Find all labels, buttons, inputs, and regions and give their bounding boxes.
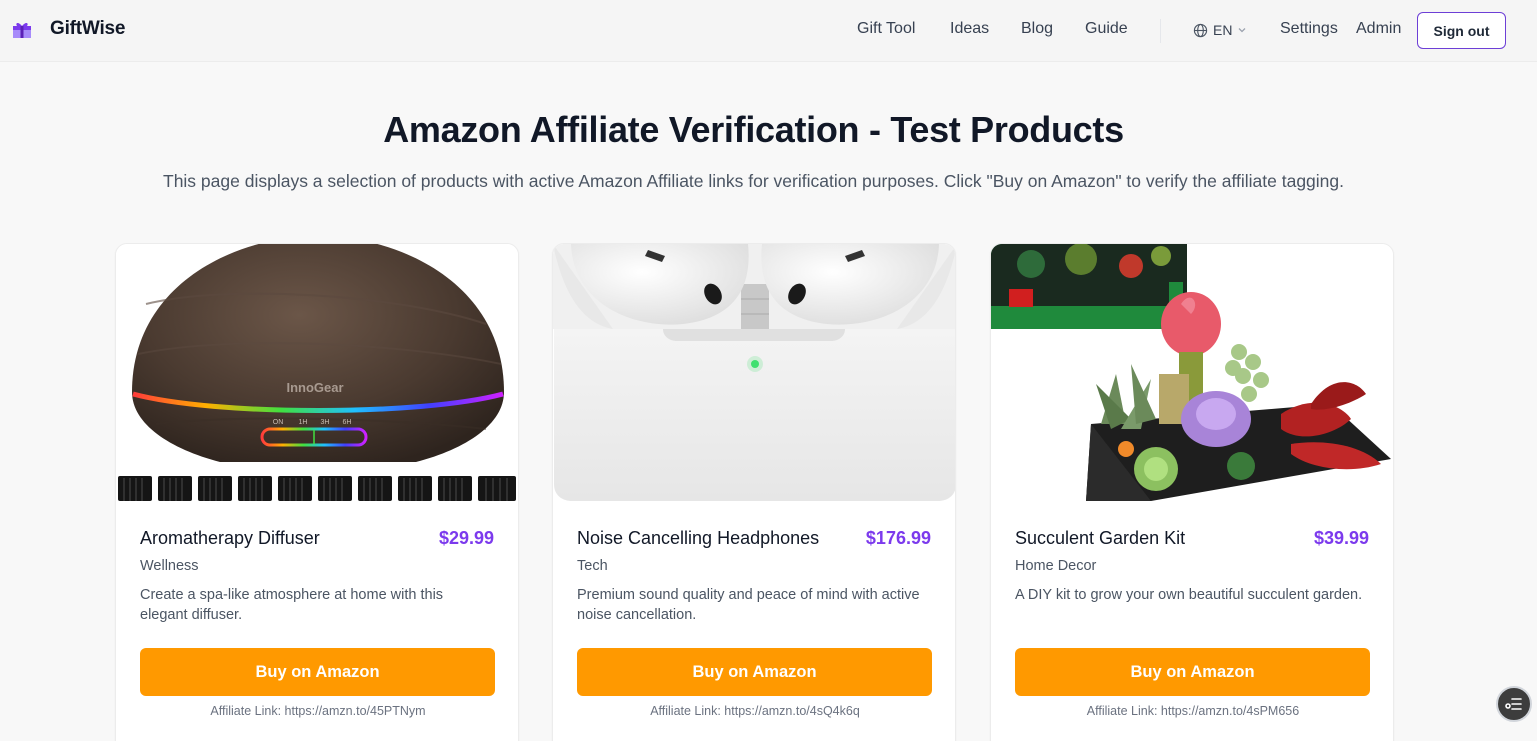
globe-icon	[1193, 23, 1208, 37]
product-description: Create a spa-like atmosphere at home wit…	[140, 587, 444, 623]
buy-on-amazon-button[interactable]: Buy on Amazon	[1015, 648, 1370, 696]
page-title: Amazon Affiliate Verification - Test Pro…	[383, 109, 1124, 150]
floating-menu-button[interactable]	[1496, 686, 1532, 722]
sign-out-button[interactable]: Sign out	[1417, 12, 1506, 49]
product-price: $29.99	[438, 528, 494, 548]
list-menu-icon	[1505, 698, 1522, 710]
brand-name[interactable]: GiftWise	[50, 18, 125, 40]
product-name: Aromatherapy Diffuser	[140, 528, 320, 548]
nav-admin[interactable]: Admin	[1356, 20, 1401, 38]
affiliate-link-text: Affiliate Link: https://amzn.to/4sQ4k6q	[650, 704, 860, 718]
diffuser-timer-on: ON	[273, 419, 284, 426]
product-card-succulent: Succulent Garden Kit $39.99 Home Decor A…	[990, 243, 1394, 741]
gift-icon[interactable]	[12, 21, 32, 39]
diffuser-timer-1h: 1H	[299, 419, 308, 426]
nav-ideas[interactable]: Ideas	[950, 20, 989, 38]
diffuser-brand-text: InnoGear	[286, 380, 343, 395]
chevron-down-icon	[1238, 28, 1246, 33]
affiliate-link-text: Affiliate Link: https://amzn.to/4sPM656	[1086, 704, 1300, 718]
buy-on-amazon-button[interactable]: Buy on Amazon	[577, 648, 932, 696]
language-label: EN	[1213, 22, 1233, 38]
nav-settings[interactable]: Settings	[1280, 20, 1338, 38]
page-description: This page displays a selection of produc…	[163, 171, 1344, 191]
product-image-succulent	[991, 244, 1393, 501]
buy-on-amazon-button[interactable]: Buy on Amazon	[140, 648, 495, 696]
nav-gift-tool[interactable]: Gift Tool	[857, 20, 915, 38]
product-name: Succulent Garden Kit	[1015, 528, 1186, 548]
product-name: Noise Cancelling Headphones	[577, 528, 820, 548]
product-category: Wellness	[140, 558, 199, 574]
diffuser-timer-6h: 6H	[343, 419, 352, 426]
nav-guide[interactable]: Guide	[1085, 20, 1128, 38]
product-category: Home Decor	[1015, 558, 1097, 574]
product-category: Tech	[577, 558, 608, 574]
diffuser-timer-3h: 3H	[321, 419, 330, 426]
product-description: A DIY kit to grow your own beautiful suc…	[1015, 587, 1363, 603]
product-price: $39.99	[1313, 528, 1369, 548]
nav-blog[interactable]: Blog	[1021, 20, 1053, 38]
nav-divider	[1160, 19, 1161, 43]
product-image-headphones	[553, 244, 955, 501]
product-card-headphones: Noise Cancelling Headphones $176.99 Tech…	[552, 243, 956, 741]
product-description: Premium sound quality and peace of mind …	[577, 587, 920, 623]
affiliate-link-text: Affiliate Link: https://amzn.to/45PTNym	[210, 704, 426, 718]
top-navbar: GiftWise Gift Tool Ideas Blog Guide EN S…	[0, 0, 1537, 62]
product-image-diffuser: InnoGear ON 1H 3H 6H	[116, 244, 518, 501]
product-card-diffuser: InnoGear ON 1H 3H 6H Aromatherapy Diffus…	[115, 243, 519, 741]
product-price: $176.99	[865, 528, 931, 548]
language-selector[interactable]: EN	[1193, 21, 1247, 39]
